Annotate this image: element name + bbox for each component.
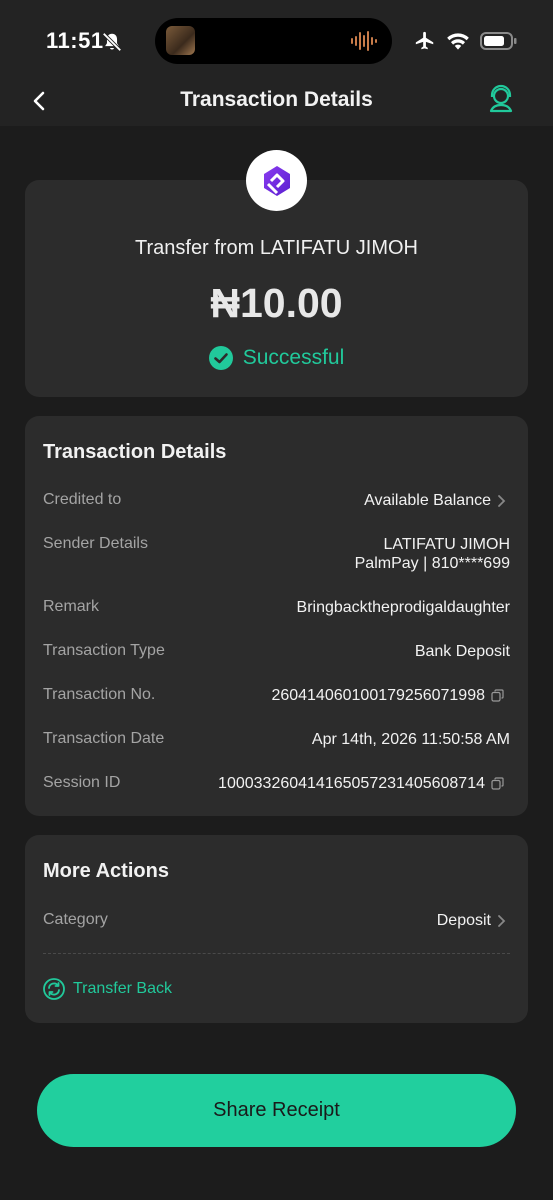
details-title: Transaction Details bbox=[43, 441, 227, 463]
battery-icon bbox=[480, 32, 517, 50]
page-title: Transaction Details bbox=[180, 88, 373, 111]
transfer-back-icon bbox=[43, 978, 65, 1000]
airplane-icon bbox=[415, 31, 434, 50]
transaction-no-text: 260414060100179256071998 bbox=[271, 687, 485, 704]
status-bar: 11:51 bbox=[0, 0, 553, 80]
bell-off-icon bbox=[102, 32, 122, 52]
transfer-from-text: Transfer from LATIFATU JIMOH bbox=[135, 237, 418, 259]
palmpay-logo-icon bbox=[263, 165, 290, 196]
transfer-back-button[interactable]: Transfer Back bbox=[43, 978, 172, 1000]
now-playing-artwork bbox=[166, 26, 195, 55]
status-row: Successful bbox=[25, 346, 528, 370]
customer-support-icon[interactable] bbox=[487, 84, 515, 114]
credited-to-value[interactable]: Available Balance bbox=[364, 491, 506, 510]
session-id-text: 100033260414165057231405608714 bbox=[218, 775, 485, 792]
copy-icon[interactable] bbox=[491, 689, 504, 702]
category-selector[interactable]: Deposit bbox=[437, 911, 506, 930]
transfer-back-label: Transfer Back bbox=[73, 980, 172, 997]
session-id-value: 100033260414165057231405608714 bbox=[218, 774, 504, 793]
transaction-details-card: Transaction Details Credited to Availabl… bbox=[25, 416, 528, 816]
chevron-right-icon bbox=[498, 494, 506, 507]
session-id-label: Session ID bbox=[43, 774, 121, 791]
success-check-icon bbox=[208, 346, 233, 370]
wifi-icon bbox=[447, 33, 469, 50]
chevron-right-icon bbox=[498, 914, 506, 927]
transaction-date-value: Apr 14th, 2026 11:50:58 AM bbox=[311, 731, 510, 748]
share-receipt-button[interactable]: Share Receipt bbox=[37, 1074, 516, 1147]
more-actions-title: More Actions bbox=[43, 860, 169, 882]
credited-to-text: Available Balance bbox=[364, 492, 491, 509]
transaction-date-label: Transaction Date bbox=[43, 730, 165, 747]
transaction-type-label: Transaction Type bbox=[43, 642, 165, 659]
remark-label: Remark bbox=[43, 598, 100, 615]
divider bbox=[43, 953, 510, 954]
remark-value: Bringbacktheprodigaldaughter bbox=[296, 599, 510, 616]
app-header: Transaction Details bbox=[0, 80, 553, 126]
category-label: Category bbox=[43, 911, 108, 928]
audio-waveform-icon bbox=[351, 31, 377, 51]
status-time: 11:51 bbox=[46, 28, 104, 53]
transaction-type-value: Bank Deposit bbox=[414, 643, 510, 660]
sender-account: PalmPay | 810****699 bbox=[354, 555, 510, 572]
sender-details-value: LATIFATU JIMOH PalmPay | 810****699 bbox=[355, 535, 510, 573]
category-value: Deposit bbox=[436, 912, 491, 929]
sender-name: LATIFATU JIMOH bbox=[383, 536, 510, 553]
more-actions-card: More Actions Category Deposit Transfer B… bbox=[25, 835, 528, 1023]
transaction-no-label: Transaction No. bbox=[43, 686, 156, 703]
transaction-no-value: 260414060100179256071998 bbox=[271, 686, 504, 705]
copy-icon[interactable] bbox=[491, 777, 504, 790]
transaction-amount: ₦10.00 bbox=[210, 280, 343, 326]
palmpay-logo bbox=[246, 150, 307, 211]
dynamic-island bbox=[155, 18, 392, 64]
status-badge: Successful bbox=[242, 346, 345, 369]
transaction-summary-card: Transfer from LATIFATU JIMOH ₦10.00 Succ… bbox=[25, 180, 528, 397]
credited-to-label: Credited to bbox=[43, 491, 122, 508]
sender-details-label: Sender Details bbox=[43, 535, 148, 552]
